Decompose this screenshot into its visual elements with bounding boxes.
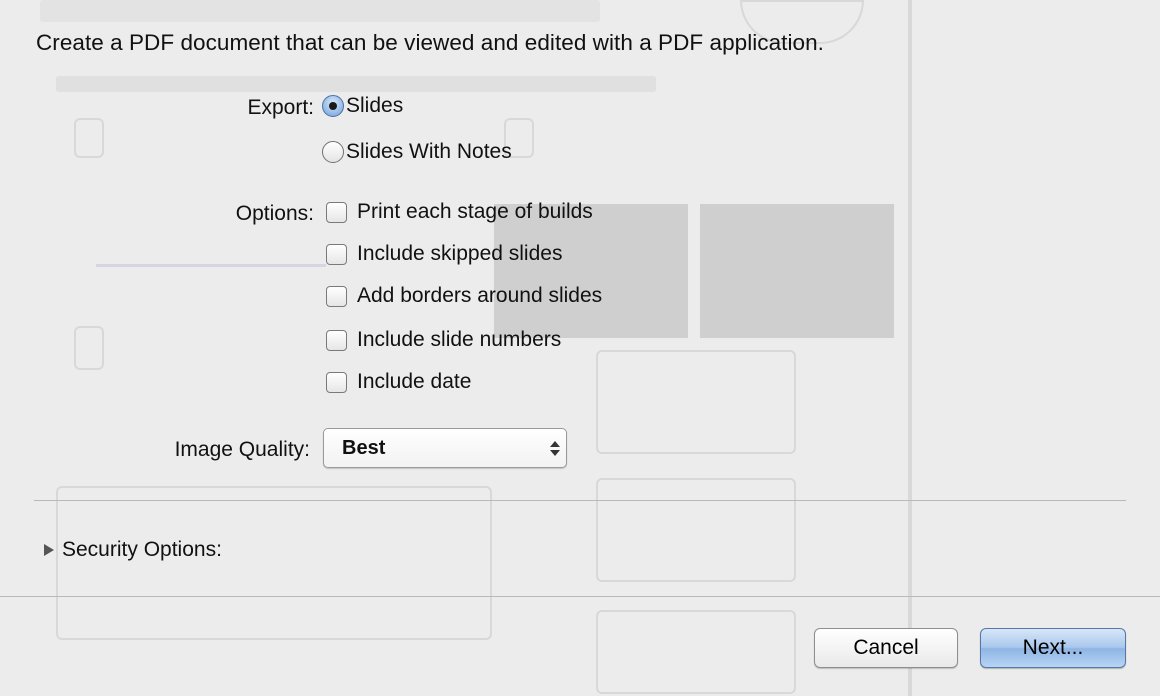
checkbox-icon [326,329,347,351]
separator [0,596,1160,597]
checkbox-print-each-stage-label: Print each stage of builds [357,200,593,223]
cancel-button[interactable]: Cancel [814,628,958,668]
export-label: Export: [247,96,314,119]
checkbox-include-date-label: Include date [357,370,472,393]
checkbox-icon [326,285,347,307]
checkbox-icon [326,243,347,265]
checkbox-include-skipped-label: Include skipped slides [357,242,563,265]
security-options-label: Security Options: [62,538,222,561]
disclosure-triangle-icon [44,544,54,556]
checkbox-include-skipped[interactable]: Include skipped slides [326,242,562,266]
checkbox-icon [326,201,347,223]
checkbox-print-each-stage[interactable]: Print each stage of builds [326,200,593,224]
radio-slides-with-notes-label: Slides With Notes [346,140,512,163]
security-options-disclosure[interactable]: Security Options: [44,538,222,562]
image-quality-label: Image Quality: [174,438,310,461]
radio-slides-label: Slides [346,94,404,117]
checkbox-add-borders-label: Add borders around slides [357,284,603,307]
export-pdf-sheet: Create a PDF document that can be viewed… [0,0,1160,692]
up-down-arrows-icon [544,440,566,456]
radio-selected-icon [322,95,344,117]
checkbox-icon [326,371,347,393]
radio-unselected-icon [322,141,344,163]
checkbox-add-borders[interactable]: Add borders around slides [326,284,602,308]
radio-slides-with-notes[interactable]: Slides With Notes [322,140,512,164]
checkbox-include-slide-numbers[interactable]: Include slide numbers [326,328,561,352]
separator [34,500,1126,501]
options-label: Options: [235,202,314,225]
image-quality-popup[interactable]: Best [323,428,567,468]
checkbox-include-slide-numbers-label: Include slide numbers [357,328,562,351]
checkbox-include-date[interactable]: Include date [326,370,471,394]
radio-slides[interactable]: Slides [322,94,403,118]
image-quality-value: Best [342,436,386,459]
intro-text: Create a PDF document that can be viewed… [36,30,824,55]
next-button[interactable]: Next... [980,628,1126,668]
